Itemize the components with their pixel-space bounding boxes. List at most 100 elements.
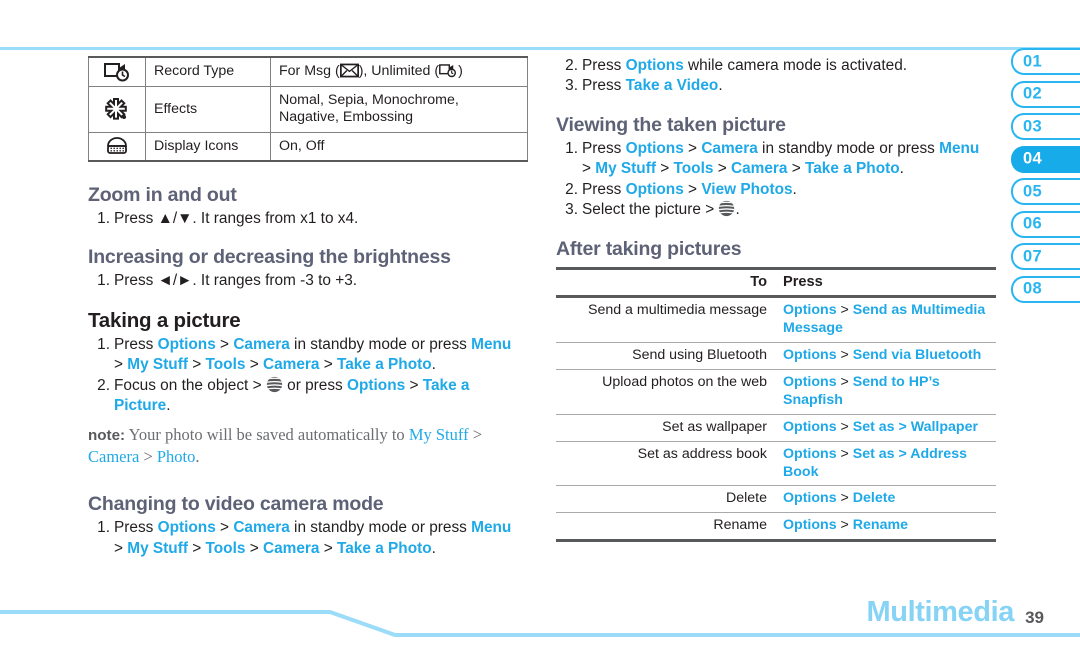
- taking-picture-steps: 1. Press Options > Camera in standby mode…: [88, 335, 528, 417]
- right-column: 2. Press Options while camera mode is act…: [556, 56, 996, 542]
- period: .: [195, 446, 200, 466]
- menu-ref-target: Send via Bluetooth: [852, 347, 982, 364]
- step-text-end: . It ranges from x1 to x4.: [192, 209, 359, 227]
- top-divider: [0, 47, 1080, 50]
- separator: >: [836, 302, 853, 319]
- separator: >: [787, 160, 805, 178]
- att-globe-icon: [719, 201, 735, 217]
- menu-ref-target: Set as > Wallpaper: [852, 418, 979, 435]
- separator: >: [245, 539, 263, 557]
- menu-ref-menu: Menu: [939, 139, 980, 157]
- note-block: note: Your photo will be saved automatic…: [88, 424, 528, 467]
- menu-ref-menu: Menu: [471, 519, 512, 537]
- zoom-steps: 1. Press ▲/▼. It ranges from x1 to x4.: [88, 209, 528, 229]
- step-text: Press: [582, 57, 626, 74]
- menu-ref-options: Options: [783, 347, 837, 364]
- table-row: Set as wallpaper Options > Set as > Wall…: [556, 414, 996, 442]
- brightness-steps: 1. Press ◄/►. It ranges from -3 to +3.: [88, 271, 528, 291]
- menu-ref-target: Delete: [852, 490, 896, 507]
- menu-ref-options: Options: [625, 180, 684, 198]
- chapter-tab-05[interactable]: 05: [1011, 178, 1080, 205]
- action-label: Upload photos on the web: [602, 373, 767, 390]
- separator: >: [655, 160, 674, 178]
- chapter-tab-02[interactable]: 02: [1011, 80, 1080, 108]
- display-icons-icon: [88, 131, 146, 162]
- chapter-tab-04[interactable]: 04: [1011, 145, 1080, 173]
- menu-ref-camera: Camera: [233, 519, 290, 537]
- menu-ref-tools: Tools: [205, 356, 246, 374]
- action-path: Options > Send to HP’s Snapfish: [777, 369, 996, 414]
- separator: >: [836, 490, 853, 507]
- separator: >: [319, 539, 337, 557]
- value-mid: ), Unlimited (: [358, 63, 440, 80]
- menu-ref-camera: Camera: [233, 335, 290, 353]
- chapter-tab-07[interactable]: 07: [1011, 243, 1080, 270]
- separator: >: [139, 446, 157, 466]
- menu-ref-my-stuff: My Stuff: [127, 356, 188, 374]
- menu-ref-camera-2: Camera: [730, 160, 788, 178]
- step-continuation: > My Stuff > Tools > Camera > Take a Pho…: [582, 159, 996, 179]
- action-label: Send a multimedia message: [587, 302, 767, 319]
- list-item: 3. Select the picture > .: [556, 200, 996, 220]
- chapter-tab-label: 02: [1023, 84, 1042, 103]
- action-path: Options > Delete: [777, 486, 996, 513]
- action-path: Options > Rename: [777, 513, 996, 541]
- action-path: Options > Set as > Address Book: [777, 441, 996, 486]
- footer-page-number: 39: [1025, 608, 1044, 627]
- table-row: Set as address book Options > Set as > A…: [556, 441, 996, 486]
- period: .: [899, 160, 904, 178]
- value-pre: For Msg (: [279, 63, 340, 80]
- value-post: ): [458, 63, 463, 80]
- period: .: [735, 201, 740, 219]
- table-row: Upload photos on the web Options > Send …: [556, 369, 996, 415]
- list-item: 1. Press Options > Camera in standby mode…: [88, 518, 528, 559]
- table-row: Rename Options > Rename: [556, 513, 996, 541]
- chapter-tab-01[interactable]: 01: [1011, 48, 1080, 75]
- separator: >: [836, 418, 853, 435]
- list-item: 1. Press Options > Camera in standby mode…: [556, 139, 996, 180]
- menu-ref-options: Options: [783, 302, 837, 319]
- separator: >: [683, 180, 702, 198]
- att-globe-icon: [266, 376, 283, 393]
- section-heading-brightness: Increasing or decreasing the brightness: [88, 246, 451, 269]
- step-continuation: > My Stuff > Tools > Camera > Take a Pho…: [114, 539, 528, 559]
- step-continuation: Picture.: [114, 396, 528, 416]
- separator: >: [114, 356, 128, 374]
- chapter-tab-06[interactable]: 06: [1011, 210, 1080, 238]
- effects-icon-svg: [105, 98, 127, 120]
- period: .: [431, 356, 436, 374]
- action-path: Options > Set as > Wallpaper: [777, 414, 996, 441]
- menu-ref-view-photos: View Photos: [701, 180, 793, 198]
- action-path: Options > Send as Multimedia Message: [777, 297, 996, 343]
- chapter-tab-label: 06: [1023, 214, 1042, 233]
- action-label: Rename: [713, 517, 767, 534]
- menu-ref-target: Rename: [852, 517, 908, 534]
- column-header-to: To: [556, 268, 777, 299]
- unlimited-record-icon: [439, 64, 457, 78]
- separator: >: [683, 139, 702, 157]
- menu-ref-take-a-photo: Take a Photo: [336, 356, 432, 374]
- after-pictures-table: To Press Send a multimedia message Optio…: [556, 267, 996, 542]
- step-text: Press: [582, 77, 626, 95]
- separator: >: [836, 445, 853, 462]
- setting-name: Record Type: [145, 56, 271, 87]
- step-number: 3.: [565, 77, 578, 95]
- step-text-end: while camera mode is activated.: [683, 57, 908, 74]
- menu-ref-take-a: Take a: [422, 376, 470, 394]
- separator: >: [245, 356, 263, 374]
- menu-ref-my-stuff: My Stuff: [408, 424, 469, 444]
- note-label: note:: [88, 426, 126, 444]
- menu-ref-menu: Menu: [471, 335, 512, 353]
- menu-ref-tools: Tools: [205, 539, 246, 557]
- section-heading-taking-picture: Taking a picture: [88, 308, 241, 332]
- chapter-tab-label: 05: [1023, 182, 1042, 200]
- step-text: Focus on the object >: [114, 376, 266, 394]
- effects-icon: [88, 86, 146, 133]
- setting-name: Display Icons: [145, 131, 271, 162]
- chapter-tab-08[interactable]: 08: [1011, 275, 1080, 303]
- table-row: Send a multimedia message Options > Send…: [556, 297, 996, 343]
- step-text-mid: in standby mode or press: [289, 519, 472, 537]
- menu-ref-picture: Picture: [114, 397, 167, 415]
- step-text: Select the picture >: [582, 201, 719, 219]
- chapter-tab-03[interactable]: 03: [1011, 113, 1080, 140]
